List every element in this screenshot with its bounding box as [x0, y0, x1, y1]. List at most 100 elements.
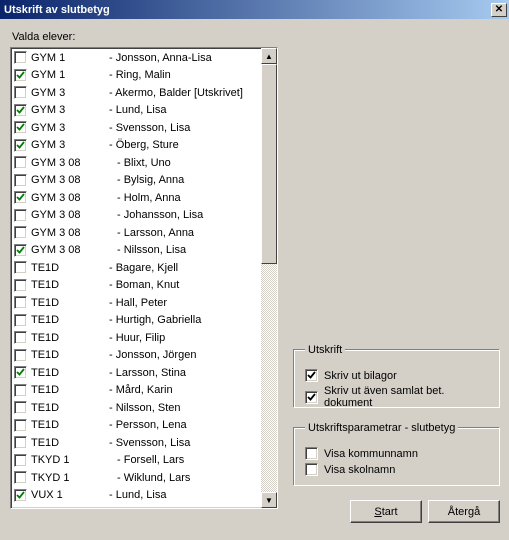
student-name: - Huur, Filip	[109, 332, 165, 344]
list-item[interactable]: TE1D- Persson, Lena	[13, 417, 261, 435]
student-checkbox[interactable]	[14, 489, 27, 502]
params-group: Utskriftsparametrar - slutbetyg Visa kom…	[294, 422, 500, 486]
show-municipality-checkbox[interactable]	[305, 447, 318, 460]
list-item[interactable]: GYM 1- Ring, Malin	[13, 67, 261, 85]
student-checkbox[interactable]	[14, 261, 27, 274]
student-name: - Ring, Malin	[109, 69, 171, 81]
scroll-track[interactable]	[261, 64, 277, 492]
list-item[interactable]: GYM 3 08- Blixt, Uno	[13, 154, 261, 172]
student-name: - Bagare, Kjell	[109, 262, 178, 274]
list-item[interactable]: TE1D- Huur, Filip	[13, 329, 261, 347]
student-class: TE1D	[31, 437, 109, 449]
student-checkbox[interactable]	[14, 86, 27, 99]
student-class: TE1D	[31, 279, 109, 291]
student-name: - Svensson, Lisa	[109, 122, 190, 134]
list-item[interactable]: TKYD 1- Wiklund, Lars	[13, 469, 261, 487]
student-list[interactable]: GYM 1- Jonsson, Anna-LisaGYM 1- Ring, Ma…	[10, 47, 278, 509]
list-item[interactable]: GYM 3 08- Nilsson, Lisa	[13, 242, 261, 260]
list-item[interactable]: GYM 3 08- Bylsig, Anna	[13, 172, 261, 190]
scrollbar[interactable]: ▲ ▼	[261, 48, 277, 508]
student-name: - Jonsson, Anna-Lisa	[109, 52, 212, 64]
student-checkbox[interactable]	[14, 296, 27, 309]
list-item[interactable]: GYM 3 08- Johansson, Lisa	[13, 207, 261, 225]
student-checkbox[interactable]	[14, 209, 27, 222]
list-item[interactable]: TE1D- Nilsson, Sten	[13, 399, 261, 417]
student-class: GYM 3 08	[31, 244, 109, 256]
student-checkbox[interactable]	[14, 471, 27, 484]
selected-students-label: Valda elever:	[12, 31, 499, 43]
scroll-down-button[interactable]: ▼	[261, 492, 277, 508]
list-item[interactable]: TE1D- Mård, Karin	[13, 382, 261, 400]
list-item[interactable]: TE1D- Jonsson, Jörgen	[13, 347, 261, 365]
student-checkbox[interactable]	[14, 69, 27, 82]
list-item[interactable]: GYM 1- Jonsson, Anna-Lisa	[13, 49, 261, 67]
student-class: TKYD 1	[31, 472, 109, 484]
print-combined-label: Skriv ut även samlat bet. dokument	[324, 385, 491, 409]
list-item[interactable]: VUX 1- Lund, Lisa	[13, 487, 261, 505]
student-checkbox[interactable]	[14, 436, 27, 449]
start-button[interactable]: Start	[350, 500, 422, 523]
list-item[interactable]: TE1D- Bagare, Kjell	[13, 259, 261, 277]
student-checkbox[interactable]	[14, 121, 27, 134]
show-municipality-label: Visa kommunnamn	[324, 448, 418, 460]
student-checkbox[interactable]	[14, 104, 27, 117]
student-name: - Larsson, Anna	[109, 227, 194, 239]
student-checkbox[interactable]	[14, 384, 27, 397]
student-class: GYM 3 08	[31, 227, 109, 239]
student-name: - Hurtigh, Gabriella	[109, 314, 201, 326]
student-checkbox[interactable]	[14, 419, 27, 432]
student-name: - Boman, Knut	[109, 279, 179, 291]
student-checkbox[interactable]	[14, 279, 27, 292]
student-checkbox[interactable]	[14, 191, 27, 204]
back-button[interactable]: Återgå	[428, 500, 500, 523]
show-school-checkbox[interactable]	[305, 463, 318, 476]
student-checkbox[interactable]	[14, 454, 27, 467]
list-item[interactable]: GYM 3- Akermo, Balder [Utskrivet]	[13, 84, 261, 102]
student-class: TE1D	[31, 262, 109, 274]
student-name: - Mård, Karin	[109, 384, 173, 396]
student-checkbox[interactable]	[14, 401, 27, 414]
student-checkbox[interactable]	[14, 139, 27, 152]
list-item[interactable]: GYM 3- Lund, Lisa	[13, 102, 261, 120]
student-name: - Öberg, Sture	[109, 139, 179, 151]
student-checkbox[interactable]	[14, 331, 27, 344]
print-attachments-checkbox[interactable]	[305, 369, 318, 382]
student-class: GYM 3	[31, 87, 109, 99]
print-group-legend: Utskrift	[305, 344, 345, 356]
list-item[interactable]: GYM 3 08- Holm, Anna	[13, 189, 261, 207]
close-button[interactable]: ✕	[491, 3, 507, 17]
student-class: TE1D	[31, 349, 109, 361]
student-checkbox[interactable]	[14, 51, 27, 64]
list-item[interactable]: TE1D- Hall, Peter	[13, 294, 261, 312]
student-checkbox[interactable]	[14, 156, 27, 169]
chevron-up-icon: ▲	[265, 52, 273, 61]
list-item[interactable]: GYM 3- Svensson, Lisa	[13, 119, 261, 137]
scroll-up-button[interactable]: ▲	[261, 48, 277, 64]
chevron-down-icon: ▼	[265, 496, 273, 505]
student-name: - Lund, Lisa	[109, 489, 166, 501]
student-checkbox[interactable]	[14, 314, 27, 327]
student-checkbox[interactable]	[14, 174, 27, 187]
list-item[interactable]: TE1D- Boman, Knut	[13, 277, 261, 295]
student-checkbox[interactable]	[14, 244, 27, 257]
list-item[interactable]: TE1D- Svensson, Lisa	[13, 434, 261, 452]
student-name: - Johansson, Lisa	[109, 209, 203, 221]
list-item[interactable]: GYM 3- Öberg, Sture	[13, 137, 261, 155]
student-checkbox[interactable]	[14, 349, 27, 362]
student-checkbox[interactable]	[14, 366, 27, 379]
list-item[interactable]: TKYD 1- Forsell, Lars	[13, 452, 261, 470]
student-name: - Bylsig, Anna	[109, 174, 184, 186]
student-class: TE1D	[31, 367, 109, 379]
scroll-thumb[interactable]	[261, 64, 277, 264]
student-class: GYM 3 08	[31, 209, 109, 221]
print-group: Utskrift Skriv ut bilagor Skriv ut även …	[294, 344, 500, 408]
student-class: GYM 3	[31, 104, 109, 116]
list-item[interactable]: GYM 3 08- Larsson, Anna	[13, 224, 261, 242]
student-name: - Nilsson, Lisa	[109, 244, 186, 256]
print-combined-checkbox[interactable]	[305, 391, 318, 404]
list-item[interactable]: TE1D- Hurtigh, Gabriella	[13, 312, 261, 330]
student-checkbox[interactable]	[14, 226, 27, 239]
print-attachments-label: Skriv ut bilagor	[324, 370, 397, 382]
student-name: - Nilsson, Sten	[109, 402, 181, 414]
list-item[interactable]: TE1D- Larsson, Stina	[13, 364, 261, 382]
